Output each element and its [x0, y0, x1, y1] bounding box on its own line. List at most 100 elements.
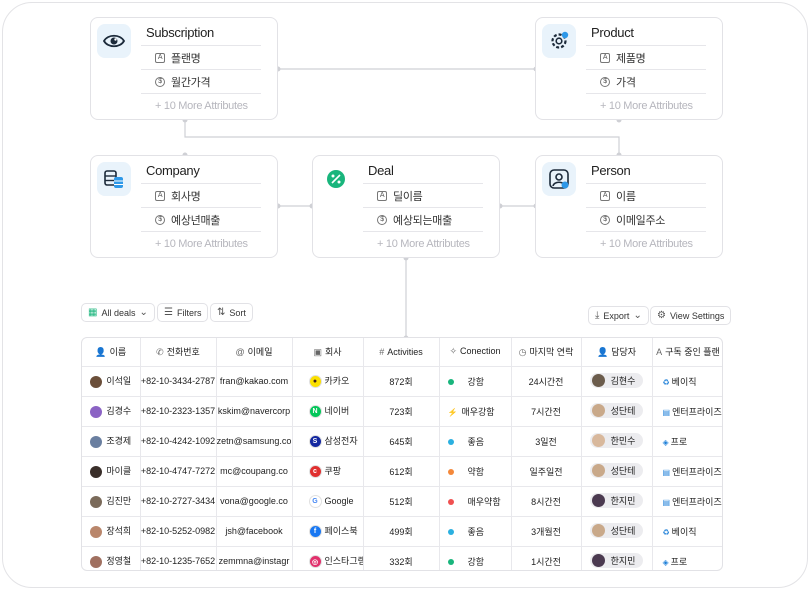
cell-company[interactable]: ◎ 인스타그램 — [292, 546, 364, 570]
more-attributes-link[interactable]: + 10 More Attributes — [363, 231, 483, 255]
more-attributes-link[interactable]: + 10 More Attributes — [586, 231, 706, 255]
owner-chip[interactable]: 한민수 — [589, 433, 644, 448]
cell-connection[interactable]: 좋음 — [439, 426, 512, 457]
attribute-row[interactable]: $ 이메일주소 — [586, 207, 706, 231]
cell-phone[interactable]: +82-10-5252-0982 — [140, 516, 217, 547]
attribute-row[interactable]: A 제품명 — [586, 45, 706, 69]
table-row[interactable]: 이석일 +82-10-3434-2787 fran@kakao.com ● 카카오 872… — [82, 366, 722, 397]
cell-email[interactable]: kskim@navercorp — [216, 396, 293, 427]
table-row[interactable]: 김경수 +82-10-2323-1357 kskim@navercorp N 네이버 72… — [82, 396, 722, 427]
more-attributes-link[interactable]: + 10 More Attributes — [586, 93, 706, 117]
cell-plan[interactable]: ♻ 베이직 — [652, 366, 722, 397]
entity-card-deal[interactable]: Deal A 딜이름 $ 예상되는매출 + 10 More Attributes — [312, 155, 500, 258]
cell-activities[interactable]: 332회 — [363, 546, 440, 570]
cell-last-contact[interactable]: 24시간전 — [511, 366, 582, 397]
cell-owner[interactable]: 한민수 — [581, 426, 653, 457]
cell-phone[interactable]: +82-10-2727-3434 — [140, 486, 217, 517]
view-selector[interactable]: ▦ All deals ⌄ — [81, 303, 155, 322]
cell-connection[interactable]: 강함 — [439, 366, 512, 397]
cell-email[interactable]: vona@google.co — [216, 486, 293, 517]
attribute-row[interactable]: A 플랜명 — [141, 45, 261, 69]
column-header-owner[interactable]: 👤 담당자 — [581, 338, 653, 367]
column-header-company[interactable]: ▣ 회사 — [292, 338, 364, 367]
column-header-activities[interactable]: # Activities — [363, 338, 440, 367]
cell-owner[interactable]: 한지민 — [581, 486, 653, 517]
cell-company[interactable]: ● 카카오 — [292, 366, 364, 397]
attribute-row[interactable]: $ 가격 — [586, 69, 706, 93]
attribute-row[interactable]: $ 월간가격 — [141, 69, 261, 93]
cell-company[interactable]: N 네이버 — [292, 396, 364, 427]
cell-last-contact[interactable]: 3일전 — [511, 426, 582, 457]
cell-name[interactable]: 조경제 — [82, 426, 141, 457]
cell-activities[interactable]: 872회 — [363, 366, 440, 397]
entity-card-person[interactable]: Person A 이름 $ 이메일주소 + 10 More Attributes — [535, 155, 723, 258]
owner-chip[interactable]: 한지민 — [589, 553, 644, 568]
cell-activities[interactable]: 612회 — [363, 456, 440, 487]
cell-connection[interactable]: ⚡ 매우강함 — [439, 396, 512, 427]
more-attributes-link[interactable]: + 10 More Attributes — [141, 93, 261, 117]
attribute-row[interactable]: A 회사명 — [141, 183, 261, 207]
table-row[interactable]: 김진만 +82-10-2727-3434 vona@google.co G Google… — [82, 486, 722, 517]
cell-plan[interactable]: ▤ 엔터프라이즈 — [652, 456, 722, 487]
cell-name[interactable]: 이석일 — [82, 366, 141, 397]
cell-connection[interactable]: 약함 — [439, 456, 512, 487]
table-row[interactable]: 정영철 +82-10-1235-7652 zemmna@instagr ◎ 인스타그램 3… — [82, 546, 722, 570]
cell-email[interactable]: mc@coupang.co — [216, 456, 293, 487]
cell-phone[interactable]: +82-10-3434-2787 — [140, 366, 217, 397]
cell-owner[interactable]: 성단테 — [581, 396, 653, 427]
cell-activities[interactable]: 723회 — [363, 396, 440, 427]
cell-plan[interactable]: ◈ 프로 — [652, 426, 722, 457]
cell-owner[interactable]: 한지민 — [581, 546, 653, 570]
cell-phone[interactable]: +82-10-2323-1357 — [140, 396, 217, 427]
cell-company[interactable]: f 페이스북 — [292, 516, 364, 547]
cell-last-contact[interactable]: 1시간전 — [511, 546, 582, 570]
cell-last-contact[interactable]: 8시간전 — [511, 486, 582, 517]
entity-card-company[interactable]: Company A 회사명 $ 예상년매출 + 10 More Attributes — [90, 155, 278, 258]
attribute-row[interactable]: A 이름 — [586, 183, 706, 207]
attribute-row[interactable]: $ 예상되는매출 — [363, 207, 483, 231]
cell-phone[interactable]: +82-10-1235-7652 — [140, 546, 217, 570]
cell-connection[interactable]: 좋음 — [439, 516, 512, 547]
attribute-row[interactable]: $ 예상년매출 — [141, 207, 261, 231]
table-row[interactable]: 마이클 +82-10-4747-7272 mc@coupang.co c 쿠팡 612회 약… — [82, 456, 722, 487]
entity-card-product[interactable]: Product A 제품명 $ 가격 + 10 More Attributes — [535, 17, 723, 120]
cell-plan[interactable]: ▤ 엔터프라이즈 — [652, 486, 722, 517]
owner-chip[interactable]: 성단테 — [589, 463, 644, 478]
cell-activities[interactable]: 645회 — [363, 426, 440, 457]
cell-plan[interactable]: ▤ 엔터프라이즈 — [652, 396, 722, 427]
column-header-phone[interactable]: ✆ 전화번호 — [140, 338, 217, 367]
cell-activities[interactable]: 512회 — [363, 486, 440, 517]
cell-company[interactable]: c 쿠팡 — [292, 456, 364, 487]
owner-chip[interactable]: 김현수 — [589, 373, 644, 388]
owner-chip[interactable]: 성단테 — [589, 403, 644, 418]
owner-chip[interactable]: 성단테 — [589, 523, 644, 538]
cell-connection[interactable]: 매우약함 — [439, 486, 512, 517]
cell-last-contact[interactable]: 7시간전 — [511, 396, 582, 427]
cell-name[interactable]: 정영철 — [82, 546, 141, 570]
cell-company[interactable]: S 삼성전자 — [292, 426, 364, 457]
cell-email[interactable]: zemmna@instagr — [216, 546, 293, 570]
cell-connection[interactable]: 강함 — [439, 546, 512, 570]
export-button[interactable]: ⤓ Export ⌄ — [588, 306, 649, 325]
cell-name[interactable]: 김진만 — [82, 486, 141, 517]
column-header-plan[interactable]: A 구독 중인 플랜 — [652, 338, 722, 367]
attribute-row[interactable]: A 딜이름 — [363, 183, 483, 207]
cell-owner[interactable]: 김현수 — [581, 366, 653, 397]
sort-button[interactable]: ⇅ Sort — [210, 303, 253, 322]
cell-plan[interactable]: ◈ 프로 — [652, 546, 722, 570]
cell-email[interactable]: zetn@samsung.co — [216, 426, 293, 457]
view-settings-button[interactable]: ⚙ View Settings — [650, 306, 732, 325]
cell-company[interactable]: G Google — [292, 486, 364, 517]
cell-last-contact[interactable]: 3개월전 — [511, 516, 582, 547]
cell-email[interactable]: jsh@facebook — [216, 516, 293, 547]
cell-name[interactable]: 장석희 — [82, 516, 141, 547]
column-header-email[interactable]: @ 이메일 — [216, 338, 293, 367]
entity-card-subscription[interactable]: Subscription A 플랜명 $ 월간가격 + 10 More Attrib… — [90, 17, 278, 120]
cell-activities[interactable]: 499회 — [363, 516, 440, 547]
table-row[interactable]: 장석희 +82-10-5252-0982 jsh@facebook f 페이스북 499회… — [82, 516, 722, 547]
cell-name[interactable]: 김경수 — [82, 396, 141, 427]
cell-email[interactable]: fran@kakao.com — [216, 366, 293, 397]
cell-owner[interactable]: 성단테 — [581, 456, 653, 487]
table-row[interactable]: 조경제 +82-10-4242-1092 zetn@samsung.co S 삼성전자 6… — [82, 426, 722, 457]
cell-name[interactable]: 마이클 — [82, 456, 141, 487]
